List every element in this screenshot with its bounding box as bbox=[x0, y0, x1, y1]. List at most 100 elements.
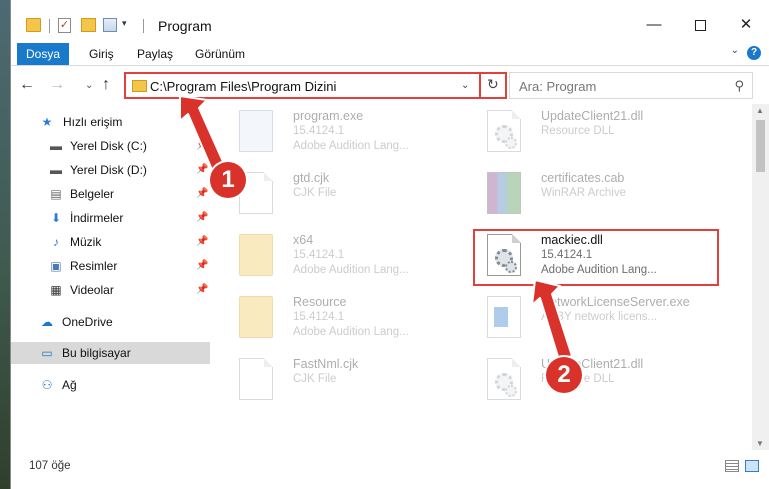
sidebar-item-network[interactable]: ⚇ Ağ bbox=[11, 374, 211, 396]
annotation-marker-1: 1 bbox=[210, 162, 246, 198]
file-item[interactable]: x64 15.4124.1 Adobe Audition Lang... bbox=[213, 228, 453, 286]
music-icon: ♪ bbox=[53, 235, 59, 249]
up-button[interactable]: ↑ bbox=[102, 76, 110, 94]
separator bbox=[49, 19, 50, 33]
details-view-icon[interactable] bbox=[725, 460, 739, 472]
exe-file-icon bbox=[487, 296, 521, 338]
drive-icon: ▬ bbox=[50, 163, 62, 177]
file-version: 15.4124.1 bbox=[293, 249, 345, 261]
computer-icon: ▭ bbox=[41, 346, 53, 360]
pictures-icon: ▣ bbox=[50, 259, 62, 273]
file-item[interactable]: Resource 15.4124.1 Adobe Audition Lang..… bbox=[213, 290, 453, 348]
video-icon: ▦ bbox=[50, 283, 62, 297]
file-item[interactable]: gtd.cjk CJK File bbox=[213, 166, 453, 224]
address-bar[interactable]: C:\Program Files\Program Dizini ⌄ ↻ bbox=[124, 72, 507, 99]
properties-icon[interactable] bbox=[103, 18, 117, 32]
address-history-button[interactable]: ⌄ bbox=[461, 80, 469, 91]
drive-icon: ▬ bbox=[50, 139, 62, 153]
sidebar-item-disk-d[interactable]: ▬ Yerel Disk (D:) 📌 bbox=[11, 159, 211, 181]
dll-file-icon bbox=[487, 358, 521, 400]
vertical-scrollbar[interactable]: ▲ ▼ bbox=[752, 104, 769, 450]
ribbon-tabs: Dosya Giriş Paylaş Görünüm ⌄ ? bbox=[11, 41, 769, 66]
star-icon: ★ bbox=[41, 115, 53, 129]
file-name: FastNml.cjk bbox=[293, 357, 359, 371]
tab-view[interactable]: Görünüm bbox=[195, 43, 245, 65]
file-type: WinRAR Archive bbox=[541, 187, 626, 199]
pin-icon[interactable]: 📌 bbox=[196, 279, 208, 301]
close-button[interactable]: ✕ bbox=[723, 10, 769, 40]
navigation-pane: ★ Hızlı erişim ▬ Yerel Disk (C:) 📌 ▬ Yer… bbox=[11, 104, 211, 450]
customize-toolbar-icon[interactable]: ▾ bbox=[122, 18, 127, 38]
properties-check-icon[interactable]: ✓ bbox=[58, 18, 71, 33]
folder-icon bbox=[239, 234, 273, 276]
file-description: Resource DLL bbox=[541, 125, 615, 137]
document-file-icon bbox=[239, 358, 273, 400]
documents-icon: ▤ bbox=[50, 187, 62, 201]
archive-file-icon bbox=[487, 172, 521, 214]
sidebar-item-documents[interactable]: ▤ Belgeler 📌 bbox=[11, 183, 211, 205]
file-name: certificates.cab bbox=[541, 171, 625, 185]
pin-icon[interactable]: 📌 bbox=[196, 255, 208, 277]
file-item[interactable]: UpdateClient21.dll Resource DLL bbox=[461, 352, 701, 410]
refresh-button[interactable]: ↻ bbox=[479, 72, 505, 99]
pin-icon[interactable]: 📌 bbox=[196, 183, 208, 205]
sidebar-item-label: Belgeler bbox=[70, 187, 115, 201]
status-bar: 107 öğe bbox=[11, 455, 769, 479]
sidebar-item-videos[interactable]: ▦ Videolar 📌 bbox=[11, 279, 211, 301]
sidebar-item-label: Hızlı erişim bbox=[63, 115, 123, 129]
pin-icon[interactable]: 📌 bbox=[196, 135, 208, 157]
sidebar-item-quick-access[interactable]: ★ Hızlı erişim bbox=[11, 111, 211, 133]
recent-locations-button[interactable]: ⌄ bbox=[85, 80, 93, 91]
file-version: 15.4124.1 bbox=[293, 125, 345, 137]
file-item[interactable]: program.exe 15.4124.1 Adobe Audition Lan… bbox=[213, 104, 453, 162]
sidebar-item-disk-c[interactable]: ▬ Yerel Disk (C:) 📌 bbox=[11, 135, 211, 157]
file-item[interactable]: NetworkLicenseServer.exe ABBY network li… bbox=[461, 290, 701, 348]
folder-icon bbox=[26, 18, 41, 32]
folder-icon bbox=[239, 296, 273, 338]
sidebar-item-pictures[interactable]: ▣ Resimler 📌 bbox=[11, 255, 211, 277]
back-button[interactable]: ← bbox=[19, 76, 35, 94]
tiles-view-icon[interactable] bbox=[745, 460, 759, 472]
file-description: Adobe Audition Lang... bbox=[293, 264, 409, 276]
file-name: x64 bbox=[293, 233, 314, 247]
help-icon[interactable]: ? bbox=[747, 46, 761, 60]
maximize-button[interactable] bbox=[677, 10, 723, 40]
file-item[interactable]: UpdateClient21.dll Resource DLL bbox=[461, 104, 701, 162]
sidebar-item-label: İndirmeler bbox=[70, 211, 124, 225]
tab-file[interactable]: Dosya bbox=[17, 43, 69, 65]
address-path[interactable]: C:\Program Files\Program Dizini bbox=[150, 79, 336, 94]
scroll-thumb[interactable] bbox=[756, 120, 765, 172]
expand-ribbon-icon[interactable]: ⌄ bbox=[731, 45, 739, 56]
sidebar-item-label: OneDrive bbox=[62, 315, 113, 329]
cloud-icon: ☁ bbox=[41, 315, 53, 329]
search-input[interactable]: Ara: Program ⚲ bbox=[509, 72, 753, 99]
tab-share[interactable]: Paylaş bbox=[137, 43, 173, 65]
file-description: Adobe Audition Lang... bbox=[293, 140, 409, 152]
scroll-up-icon[interactable]: ▲ bbox=[756, 106, 764, 115]
pin-icon[interactable]: 📌 bbox=[196, 159, 208, 181]
file-name: UpdateClient21.dll bbox=[541, 109, 644, 123]
pin-icon[interactable]: 📌 bbox=[196, 231, 208, 253]
annotation-highlight-box bbox=[473, 229, 719, 286]
file-type: CJK File bbox=[293, 373, 337, 385]
sidebar-item-onedrive[interactable]: ☁ OneDrive bbox=[11, 311, 211, 333]
sidebar-item-label: Bu bilgisayar bbox=[62, 346, 131, 360]
minimize-button[interactable]: — bbox=[631, 10, 677, 40]
new-folder-icon[interactable] bbox=[81, 18, 96, 32]
network-icon: ⚇ bbox=[41, 378, 53, 392]
sidebar-item-downloads[interactable]: ⬇ İndirmeler 📌 bbox=[11, 207, 211, 229]
file-item[interactable]: FastNml.cjk CJK File bbox=[213, 352, 453, 410]
sidebar-item-this-pc[interactable]: ▭ Bu bilgisayar bbox=[11, 342, 210, 364]
sidebar-item-label: Ağ bbox=[62, 378, 77, 392]
scroll-down-icon[interactable]: ▼ bbox=[756, 439, 764, 448]
maximize-icon bbox=[694, 19, 706, 31]
tab-home[interactable]: Giriş bbox=[89, 43, 114, 65]
folder-icon bbox=[132, 80, 147, 92]
file-version: 15.4124.1 bbox=[293, 311, 345, 323]
file-item[interactable]: certificates.cab WinRAR Archive bbox=[461, 166, 701, 224]
pin-icon[interactable]: 📌 bbox=[196, 207, 208, 229]
file-name: Resource bbox=[293, 295, 347, 309]
sidebar-item-music[interactable]: ♪ Müzik 📌 bbox=[11, 231, 211, 253]
forward-button[interactable]: → bbox=[49, 76, 65, 94]
file-description: ABBY network licens... bbox=[541, 311, 658, 323]
